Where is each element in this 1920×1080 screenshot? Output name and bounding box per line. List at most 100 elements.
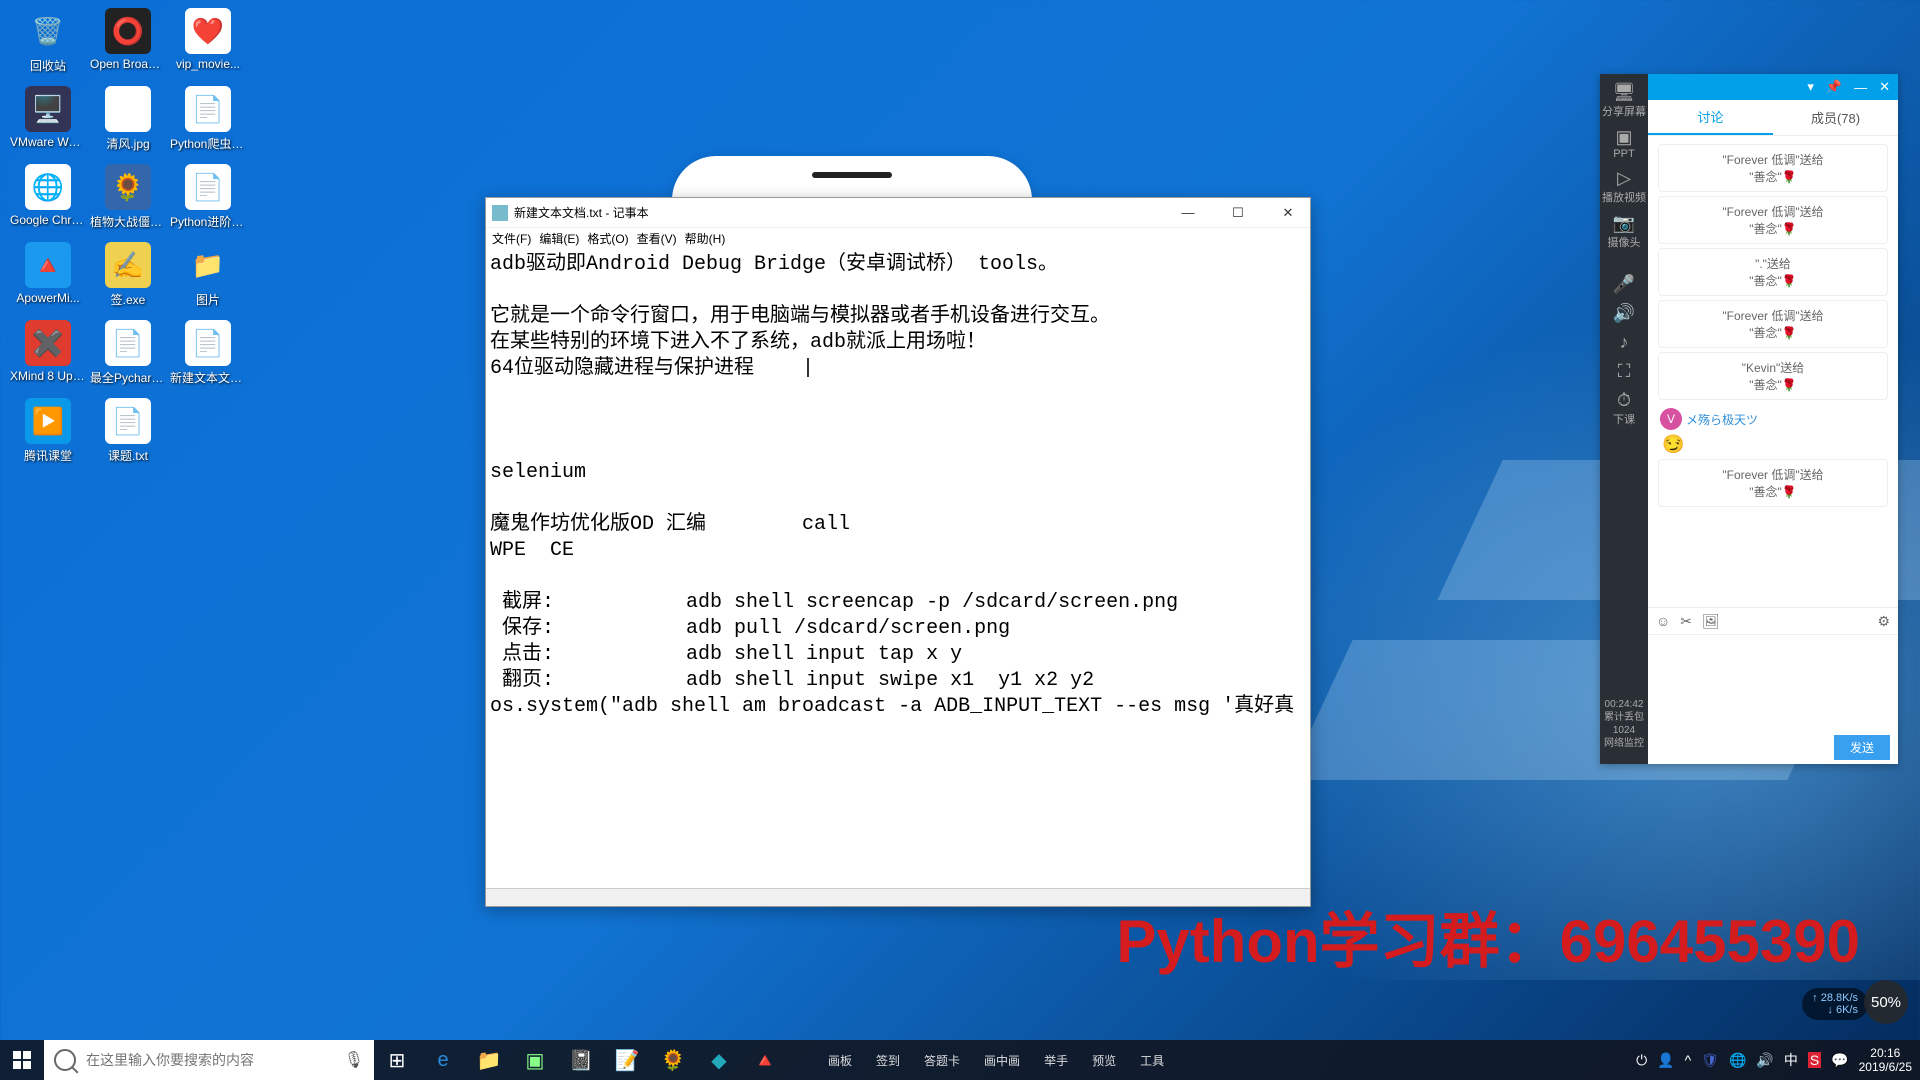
blue-app-icon[interactable]: ◆ — [696, 1040, 742, 1080]
notepad-titlebar[interactable]: 新建文本文档.txt - 记事本 ― ☐ ✕ — [486, 198, 1310, 228]
app-icon: ❤️ — [185, 8, 231, 54]
taskbar-search[interactable]: 🎙 — [44, 1040, 374, 1080]
desktop-icon[interactable]: 📁图片 — [170, 242, 246, 308]
search-input[interactable] — [86, 1052, 344, 1068]
start-button[interactable] — [0, 1040, 44, 1080]
classroom-chat-panel: 🖥 分享屏幕 ▣ PPT ▷ 播放视频 📷 摄像头 🎤 🔊 ♪ ⛶ ⏱ 下课 0… — [1600, 74, 1898, 764]
edge-icon[interactable]: e — [420, 1040, 466, 1080]
minimize-button[interactable]: ― — [1172, 205, 1204, 221]
desktop-icon[interactable]: 🌐Google Chrome — [10, 164, 86, 230]
classroom-tool[interactable]: 举手 — [1044, 1052, 1068, 1069]
mic-icon[interactable]: 🎙 — [344, 1050, 364, 1070]
fullscreen-icon[interactable]: ⛶ — [1618, 361, 1631, 382]
class-timer: 00:24:42 — [1604, 698, 1644, 711]
speaker-icon[interactable]: 🔊 — [1613, 303, 1635, 324]
icon-label: 图片 — [170, 291, 246, 308]
volume-indicator[interactable]: 50% — [1864, 980, 1908, 1024]
tab-discuss[interactable]: 讨论 — [1648, 100, 1773, 135]
chat-log[interactable]: "Forever 低调"送给"善念"🌹"Forever 低调"送给"善念"🌹".… — [1648, 136, 1898, 607]
pin-icon[interactable]: 📌 — [1826, 79, 1842, 95]
notepad-body[interactable]: adb驱动即Android Debug Bridge（安卓调试桥） tools。… — [486, 250, 1310, 888]
chat-close-icon[interactable]: ✕ — [1879, 79, 1890, 95]
desktop-icon[interactable]: 📄Python爬虫课程大纲... — [170, 86, 246, 152]
icon-label: 签.exe — [90, 291, 166, 308]
desktop-icon[interactable]: 📄 最全Pycharm... — [90, 320, 166, 386]
share-screen-button[interactable]: 🖥 分享屏幕 — [1602, 82, 1646, 119]
desktop-icon[interactable]: 🖥️VMware Workstati... — [10, 86, 86, 152]
gift-message: "Kevin"送给"善念"🌹 — [1658, 352, 1888, 400]
desktop-icon[interactable]: 🌻植物大战僵尸中文版 — [90, 164, 166, 230]
icon-label: Open Broadcast... — [90, 57, 166, 71]
desktop-icon[interactable]: ❤️vip_movie... — [170, 8, 246, 74]
action-center-icon[interactable]: 💬 — [1831, 1052, 1848, 1069]
shield-icon[interactable]: 🛡 — [1701, 1052, 1719, 1069]
desktop-icon[interactable]: ▦清风.jpg — [90, 86, 166, 152]
chat-minimize-icon[interactable]: ― — [1854, 80, 1867, 95]
chat-window-controls: ▾ 📌 ― ✕ — [1648, 74, 1898, 100]
notepad-task-icon[interactable]: 📝 — [604, 1040, 650, 1080]
desktop-icon[interactable]: ▶️腾讯课堂 — [10, 398, 86, 464]
send-button[interactable]: 发送 — [1834, 735, 1890, 760]
classroom-tool[interactable]: 画中画 — [984, 1052, 1020, 1069]
notepad-menu[interactable]: 文件(F) 编辑(E) 格式(O) 查看(V) 帮助(H) — [486, 228, 1310, 250]
ppt-button[interactable]: ▣ PPT — [1613, 127, 1634, 160]
classroom-tool[interactable]: 签到 — [876, 1052, 900, 1069]
taskbar-apps: ⊞ e 📁 ▣ 📓 📝 🌻 ◆ 🔺 — [374, 1040, 788, 1080]
camera-button[interactable]: 📷 摄像头 — [1608, 213, 1641, 250]
desktop-icon[interactable]: 📄新建文本文档.txt — [170, 320, 246, 386]
ime-icon[interactable]: 中 — [1784, 1050, 1798, 1070]
music-icon[interactable]: ♪ — [1620, 332, 1629, 353]
close-button[interactable]: ✕ — [1272, 205, 1304, 221]
desktop-icon[interactable]: 🗑️回收站 — [10, 8, 86, 74]
power-icon[interactable]: ⏻ — [1636, 1052, 1647, 1069]
notepad-window[interactable]: 新建文本文档.txt - 记事本 ― ☐ ✕ 文件(F) 编辑(E) 格式(O) 查看… — [485, 197, 1311, 907]
menu-item[interactable]: 查看(V) — [637, 230, 677, 248]
app-icon: ▦ — [105, 86, 151, 132]
chevron-down-icon[interactable]: ▾ — [1807, 79, 1814, 95]
menu-item[interactable]: 编辑(E) — [539, 230, 579, 248]
people-icon[interactable]: 👤 — [1657, 1052, 1674, 1069]
maximize-button[interactable]: ☐ — [1222, 205, 1254, 221]
taskbar-clock[interactable]: 20:16 2019/6/25 — [1859, 1046, 1912, 1075]
gift-message: "Forever 低调"送给"善念"🌹 — [1658, 459, 1888, 507]
classroom-tool[interactable]: 答题卡 — [924, 1052, 960, 1069]
desktop-icon[interactable]: ⭕Open Broadcast... — [90, 8, 166, 74]
netspeed-widget[interactable]: ↑ 28.8K/s ↓ 6K/s — [1802, 988, 1868, 1020]
menu-item[interactable]: 文件(F) — [492, 230, 531, 248]
classroom-tool[interactable]: 工具 — [1140, 1052, 1164, 1069]
pycharm-icon[interactable]: ▣ — [512, 1040, 558, 1080]
notepadpp-icon[interactable]: 📓 — [558, 1040, 604, 1080]
desktop-icon[interactable]: 📄课题.txt — [90, 398, 166, 464]
chevron-up-icon[interactable]: ^ — [1685, 1052, 1692, 1068]
emoji-icon[interactable]: ☺ — [1656, 613, 1670, 629]
desktop-icon[interactable]: ✍️签.exe — [90, 242, 166, 308]
sogou-icon[interactable]: S — [1808, 1052, 1821, 1068]
app-icon: ✖️ — [25, 320, 71, 366]
desktop-icon[interactable]: 🔺ApowerMi... — [10, 242, 86, 308]
explorer-icon[interactable]: 📁 — [466, 1040, 512, 1080]
menu-item[interactable]: 格式(O) — [587, 230, 628, 248]
end-class-button[interactable]: ⏱ 下课 — [1613, 390, 1635, 427]
scissors-icon[interactable]: ✂ — [1680, 613, 1692, 630]
app-icon: 📄 — [105, 320, 151, 366]
volume-icon[interactable]: 🔊 — [1756, 1052, 1773, 1069]
app-icon: 🌐 — [25, 164, 71, 210]
classroom-tool[interactable]: 预览 — [1092, 1052, 1116, 1069]
chat-tabs: 讨论 成员(78) — [1648, 100, 1898, 136]
desktop-icon[interactable]: 📄Python进阶爬虫 数据... — [170, 164, 246, 230]
chat-input[interactable] — [1648, 635, 1898, 731]
menu-item[interactable]: 帮助(H) — [685, 230, 726, 248]
tab-members[interactable]: 成员(78) — [1773, 100, 1898, 135]
gear-icon[interactable]: ⚙ — [1877, 613, 1890, 630]
image-icon[interactable]: 🖼 — [1702, 613, 1720, 630]
task-view-button[interactable]: ⊞ — [374, 1040, 420, 1080]
mic-icon[interactable]: 🎤 — [1613, 274, 1635, 295]
icon-label: 回收站 — [10, 57, 86, 74]
desktop-icon[interactable]: ✖️XMind 8 Update 8 — [10, 320, 86, 386]
play-video-button[interactable]: ▷ 播放视频 — [1602, 168, 1646, 205]
net-icon[interactable]: 🌐 — [1729, 1052, 1746, 1069]
classroom-tool[interactable]: 画板 — [828, 1052, 852, 1069]
mirror-app-icon[interactable]: 🔺 — [742, 1040, 788, 1080]
icon-label: 最全Pycharm... — [90, 369, 166, 386]
sunflower-icon[interactable]: 🌻 — [650, 1040, 696, 1080]
